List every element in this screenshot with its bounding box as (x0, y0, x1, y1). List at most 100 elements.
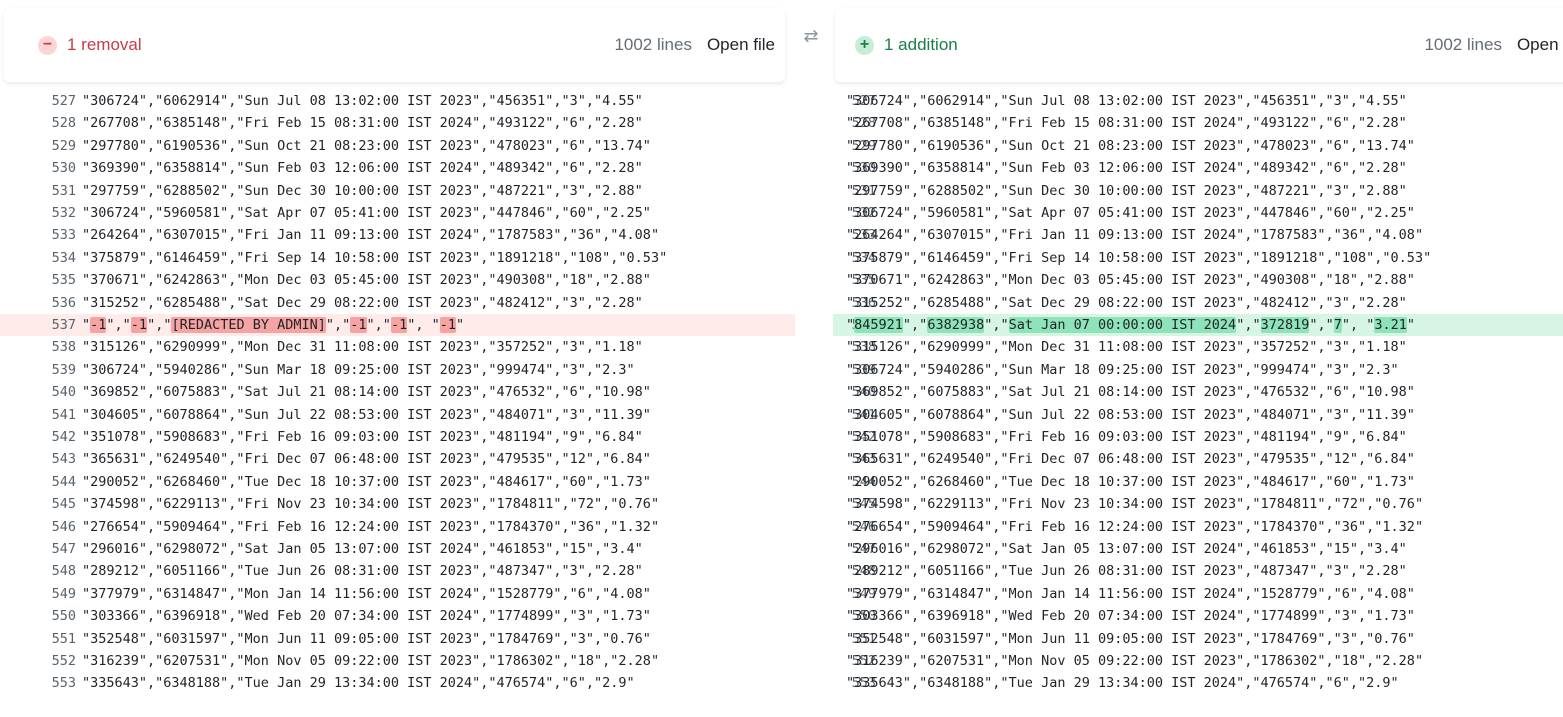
line-text: "377979","6314847","Mon Jan 14 11:56:00 … (846, 585, 1415, 602)
code-line: 530 "369390","6358814","Sun Feb 03 12:06:… (833, 157, 1563, 179)
line-text: "369852","6075883","Sat Jul 21 08:14:00 … (82, 384, 651, 401)
code-line: 534 "375879","6146459","Fri Sep 14 10:58:… (0, 247, 795, 269)
line-text: "315126","6290999","Mon Dec 31 11:08:00 … (82, 339, 643, 356)
line-text: "374598","6229113","Fri Nov 23 10:34:00 … (82, 496, 660, 513)
open-file-button[interactable]: Open file (1517, 35, 1563, 55)
addition-count-label: 1 addition (884, 35, 958, 54)
line-text: "303366","6396918","Wed Feb 20 07:34:00 … (846, 608, 1415, 625)
code-line: 551 "352548","6031597","Mon Jun 11 09:05:… (833, 628, 1563, 650)
line-number: 527 (51, 93, 76, 109)
line-text: "351078","5908683","Fri Feb 16 09:03:00 … (82, 429, 643, 445)
line-text: "267708","6385148","Fri Feb 15 08:31:00 … (82, 115, 643, 132)
changed-value: [REDACTED BY ADMIN] (171, 317, 326, 333)
changed-value: -1 (90, 317, 107, 333)
code-line: 545 "374598","6229113","Fri Nov 23 10:34:… (833, 493, 1563, 515)
line-text: "306724","6062914","Sun Jul 08 13:02:00 … (846, 93, 1407, 109)
unchanged-text: ", " (407, 317, 440, 333)
line-number: 543 (51, 451, 76, 468)
line-text: "276654","5909464","Fri Feb 16 12:24:00 … (82, 518, 660, 535)
code-line: 529 "297780","6190536","Sun Oct 21 08:23:… (0, 135, 795, 157)
code-line: 534 "375879","6146459","Fri Sep 14 10:58:… (833, 247, 1563, 269)
code-line: 547 "296016","6298072","Sat Jan 05 13:07:… (833, 538, 1563, 560)
line-text: "297780","6190536","Sun Oct 21 08:23:00 … (82, 137, 651, 154)
code-line: 538 "315126","6290999","Mon Dec 31 11:08:… (833, 336, 1563, 358)
unchanged-text: "," (984, 317, 1009, 333)
line-number: 542 (51, 429, 76, 445)
code-line: 542 "351078","5908683","Fri Feb 16 09:03:… (0, 426, 795, 448)
line-text: "267708","6385148","Fri Feb 15 08:31:00 … (846, 115, 1407, 132)
code-line: 548 "289212","6051166","Tue Jun 26 08:31:… (833, 560, 1563, 582)
removed-header: − 1 removal 1002 lines Open file (4, 8, 785, 82)
line-number: 546 (51, 518, 76, 535)
line-text: "351078","5908683","Fri Feb 16 09:03:00 … (846, 429, 1407, 445)
line-text: "296016","6298072","Sat Jan 05 13:07:00 … (82, 541, 643, 557)
code-line: 531 "297759","6288502","Sun Dec 30 10:00:… (833, 180, 1563, 202)
added-header: + 1 addition 1002 lines Open file (835, 8, 1563, 82)
code-line: 552 "316239","6207531","Mon Nov 05 09:22:… (833, 650, 1563, 672)
unchanged-text: "," (902, 317, 928, 333)
changed-value: 7 (1333, 317, 1342, 333)
line-text: "335643","6348188","Tue Jan 29 13:34:00 … (846, 675, 1399, 692)
line-number: 548 (51, 563, 76, 580)
unchanged-text: "," (1236, 317, 1261, 333)
line-text: "369852","6075883","Sat Jul 21 08:14:00 … (846, 384, 1415, 401)
line-number: 552 (51, 653, 76, 669)
line-text: "335643","6348188","Tue Jan 29 13:34:00 … (82, 675, 635, 692)
code-line: 547 "296016","6298072","Sat Jan 05 13:07:… (0, 538, 795, 560)
line-text: "297759","6288502","Sun Dec 30 10:00:00 … (82, 182, 643, 199)
code-line: 543 "365631","6249540","Fri Dec 07 06:48:… (0, 448, 795, 470)
code-line: 542 "351078","5908683","Fri Feb 16 09:03:… (833, 426, 1563, 448)
line-text: "370671","6242863","Mon Dec 03 05:45:00 … (82, 272, 651, 289)
line-text: "290052","6268460","Tue Dec 18 10:37:00 … (82, 473, 651, 490)
removed-pane: 527 "306724","6062914","Sun Jul 08 13:02:… (0, 0, 795, 717)
line-text: "296016","6298072","Sat Jan 05 13:07:00 … (846, 541, 1407, 557)
line-number: 532 (51, 205, 76, 221)
line-number: 544 (51, 473, 76, 490)
code-line: 553 "335643","6348188","Tue Jan 29 13:34:… (0, 672, 795, 694)
line-count-label: 1002 lines (1424, 35, 1502, 54)
line-text: "289212","6051166","Tue Jun 26 08:31:00 … (82, 563, 643, 580)
line-text: "303366","6396918","Wed Feb 20 07:34:00 … (82, 608, 651, 625)
line-text: "264264","6307015","Fri Jan 11 09:13:00 … (82, 227, 660, 244)
line-number: 531 (51, 182, 76, 199)
code-line: 539 "306724","5940286","Sun Mar 18 09:25:… (0, 359, 795, 381)
code-line: 552 "316239","6207531","Mon Nov 05 09:22:… (0, 650, 795, 672)
line-text: "375879","6146459","Fri Sep 14 10:58:00 … (846, 249, 1432, 266)
code-line: 531 "297759","6288502","Sun Dec 30 10:00:… (0, 180, 795, 202)
line-text: "316239","6207531","Mon Nov 05 09:22:00 … (846, 653, 1424, 669)
line-number: 545 (51, 496, 76, 513)
code-line: 543 "365631","6249540","Fri Dec 07 06:48:… (833, 448, 1563, 470)
line-number: 550 (51, 608, 76, 625)
unchanged-text: " (846, 317, 855, 333)
removal-count-label: 1 removal (67, 35, 142, 54)
line-number: 529 (51, 137, 76, 154)
unchanged-text: "," (325, 317, 351, 333)
unchanged-text: ", " (1341, 317, 1375, 333)
removed-line: 537 "-1","-1","[REDACTED BY ADMIN]","-1",… (0, 314, 795, 337)
changed-value: -1 (130, 317, 148, 333)
minus-circle-icon: − (38, 35, 57, 55)
code-line: 527 "306724","6062914","Sun Jul 08 13:02:… (833, 90, 1563, 112)
line-text: "315252","6285488","Sat Dec 29 08:22:00 … (846, 294, 1407, 311)
changed-value: 3.21 (1374, 317, 1407, 333)
code-line: 540 "369852","6075883","Sat Jul 21 08:14:… (0, 381, 795, 403)
line-text: "306724","5940286","Sun Mar 18 09:25:00 … (846, 361, 1399, 378)
code-line: 545 "374598","6229113","Fri Nov 23 10:34:… (0, 493, 795, 515)
code-line: 530 "369390","6358814","Sun Feb 03 12:06:… (0, 157, 795, 179)
code-line: 551 "352548","6031597","Mon Jun 11 09:05:… (0, 628, 795, 650)
swap-arrows-icon[interactable]: ⇄ (800, 26, 822, 48)
unchanged-text: " (1406, 317, 1416, 333)
line-number: 537 (51, 317, 76, 333)
code-line: 536 "315252","6285488","Sat Dec 29 08:22:… (0, 292, 795, 314)
line-text: "845921","6382938","Sat Jan 07 00:00:00 … (846, 314, 1415, 336)
line-text: "264264","6307015","Fri Jan 11 09:13:00 … (846, 227, 1424, 244)
line-number: 540 (51, 384, 76, 401)
code-line: 532 "306724","5960581","Sat Apr 07 05:41:… (0, 202, 795, 224)
changed-value: Sat Jan 07 00:00:00 IST 2024 (1008, 317, 1237, 333)
line-number: 549 (51, 585, 76, 602)
line-text: "365631","6249540","Fri Dec 07 06:48:00 … (82, 451, 651, 468)
open-file-button[interactable]: Open file (707, 35, 775, 55)
unchanged-text: "," (366, 317, 391, 333)
code-line: 540 "369852","6075883","Sat Jul 21 08:14:… (833, 381, 1563, 403)
line-number: 530 (51, 160, 76, 177)
